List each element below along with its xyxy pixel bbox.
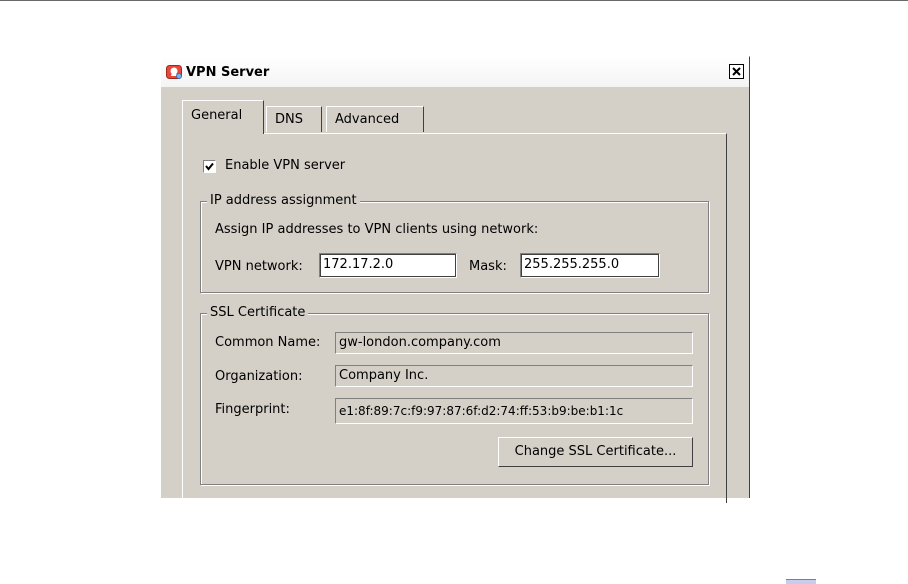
tab-advanced-label: Advanced bbox=[335, 112, 400, 127]
top-border-line bbox=[0, 0, 908, 1]
organization-field: Company Inc. bbox=[335, 365, 693, 387]
title-bar[interactable]: VPN Server bbox=[161, 57, 749, 87]
checkmark-icon bbox=[205, 162, 214, 171]
tab-general-label: General bbox=[191, 108, 243, 123]
mask-input[interactable]: 255.255.255.0 bbox=[520, 253, 660, 278]
vpn-app-icon bbox=[166, 64, 183, 80]
organization-value: Company Inc. bbox=[339, 368, 429, 383]
common-name-field: gw-london.company.com bbox=[335, 332, 693, 354]
common-name-label: Common Name: bbox=[215, 335, 321, 350]
fingerprint-label: Fingerprint: bbox=[215, 402, 290, 417]
tab-dns-label: DNS bbox=[275, 112, 303, 127]
change-ssl-certificate-label: Change SSL Certificate... bbox=[514, 444, 677, 459]
ip-assignment-legend: IP address assignment bbox=[207, 193, 360, 208]
window-title: VPN Server bbox=[186, 65, 270, 80]
ip-assignment-description: Assign IP addresses to VPN clients using… bbox=[215, 222, 539, 237]
close-button[interactable] bbox=[729, 64, 744, 79]
organization-label: Organization: bbox=[215, 369, 303, 384]
common-name-value: gw-london.company.com bbox=[339, 335, 501, 350]
ip-assignment-group: IP address assignment bbox=[200, 193, 709, 293]
tab-dns[interactable]: DNS bbox=[266, 106, 322, 132]
vpn-network-label: VPN network: bbox=[215, 259, 303, 274]
vpn-network-value: 172.17.2.0 bbox=[323, 257, 394, 272]
taskbar-indicator[interactable] bbox=[786, 579, 816, 584]
enable-vpn-label: Enable VPN server bbox=[225, 158, 346, 173]
tab-general[interactable]: General bbox=[182, 100, 264, 134]
close-icon bbox=[732, 67, 741, 76]
mask-label: Mask: bbox=[469, 259, 507, 274]
enable-vpn-checkbox[interactable] bbox=[203, 160, 216, 173]
change-ssl-certificate-button[interactable]: Change SSL Certificate... bbox=[498, 437, 693, 467]
ssl-certificate-legend: SSL Certificate bbox=[207, 305, 309, 320]
tab-advanced[interactable]: Advanced bbox=[326, 106, 424, 132]
fingerprint-value: e1:8f:89:7c:f9:97:87:6f:d2:74:ff:53:b9:b… bbox=[339, 404, 624, 418]
vpn-network-input[interactable]: 172.17.2.0 bbox=[319, 253, 457, 278]
mask-value: 255.255.255.0 bbox=[524, 257, 620, 272]
fingerprint-field: e1:8f:89:7c:f9:97:87:6f:d2:74:ff:53:b9:b… bbox=[335, 398, 693, 424]
